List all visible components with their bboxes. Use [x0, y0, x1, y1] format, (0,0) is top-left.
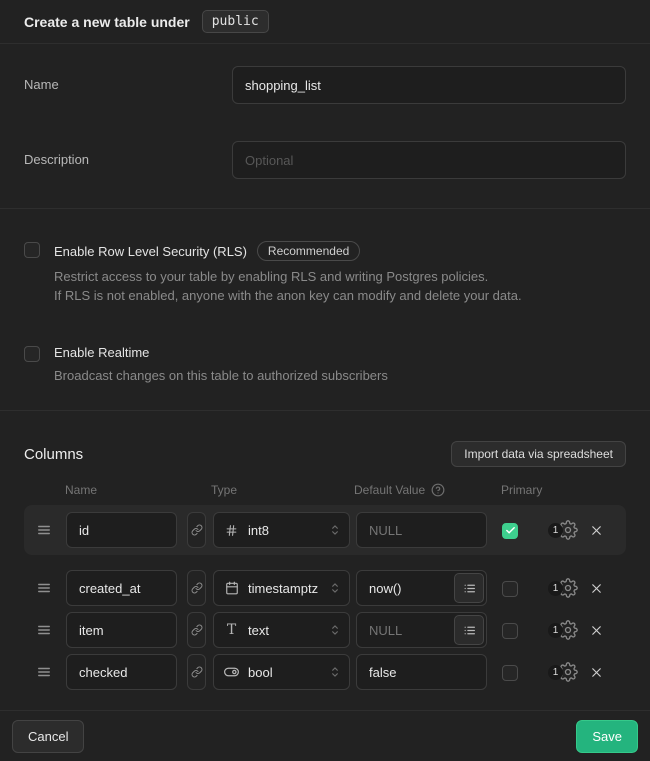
remove-column-button[interactable]	[589, 623, 605, 638]
table-info-section: Name Description	[0, 44, 650, 209]
drag-handle-icon[interactable]	[37, 581, 51, 595]
remove-column-button[interactable]	[589, 581, 605, 596]
default-value-input[interactable]	[356, 512, 487, 548]
rls-checkbox[interactable]	[24, 242, 40, 258]
drag-handle-icon[interactable]	[37, 523, 51, 537]
toggle-icon	[224, 667, 239, 677]
panel-header: Create a new table under public	[0, 0, 650, 44]
list-picker-icon	[463, 624, 476, 637]
default-value-wrap	[356, 654, 487, 690]
save-button[interactable]: Save	[576, 720, 638, 753]
rls-description-line1: Restrict access to your table by enablin…	[54, 267, 522, 286]
import-spreadsheet-button[interactable]: Import data via spreadsheet	[451, 441, 626, 467]
column-type-select[interactable]: bool	[213, 654, 350, 690]
hash-icon	[224, 524, 239, 537]
drag-handle-icon[interactable]	[37, 623, 51, 637]
column-row-item: T text 1	[24, 612, 626, 648]
foreign-key-link-button[interactable]	[187, 654, 206, 690]
text-type-icon: T	[224, 623, 239, 637]
column-name-input[interactable]	[66, 570, 177, 606]
column-type-label: timestamptz	[248, 581, 319, 596]
column-row-checked: bool 1	[24, 654, 626, 690]
column-type-label: int8	[248, 523, 319, 538]
settings-count-badge: 1	[548, 523, 563, 538]
primary-checkbox[interactable]	[502, 581, 518, 597]
header-primary: Primary	[501, 483, 542, 497]
column-name-input[interactable]	[66, 512, 177, 548]
columns-title: Columns	[24, 446, 83, 463]
primary-checkbox[interactable]	[502, 623, 518, 639]
columns-section: Columns Import data via spreadsheet Name…	[0, 411, 650, 710]
rls-description-line2: If RLS is not enabled, anyone with the a…	[54, 286, 522, 305]
column-type-label: bool	[248, 665, 319, 680]
table-options-section: Enable Row Level Security (RLS) Recommen…	[0, 209, 650, 411]
rls-label: Enable Row Level Security (RLS)	[54, 244, 247, 259]
column-settings-button[interactable]: 1	[548, 662, 578, 682]
table-name-input[interactable]	[232, 66, 626, 104]
settings-count-badge: 1	[548, 581, 563, 596]
rls-option-body: Enable Row Level Security (RLS) Recommen…	[54, 241, 522, 305]
realtime-description: Broadcast changes on this table to autho…	[54, 366, 388, 385]
column-type-label: text	[248, 623, 319, 638]
chevron-updown-icon	[328, 623, 342, 637]
calendar-icon	[224, 581, 239, 595]
column-settings-button[interactable]: 1	[548, 520, 578, 540]
foreign-key-link-button[interactable]	[187, 570, 206, 606]
realtime-label: Enable Realtime	[54, 345, 149, 360]
header-default-value: Default Value	[354, 483, 445, 497]
default-value-wrap	[356, 612, 487, 648]
realtime-checkbox[interactable]	[24, 346, 40, 362]
header-type: Type	[211, 483, 237, 497]
column-settings-button[interactable]: 1	[548, 578, 578, 598]
default-value-wrap	[356, 512, 487, 548]
table-description-input[interactable]	[232, 141, 626, 179]
column-row-created-at: timestamptz 1	[24, 570, 626, 606]
column-settings-button[interactable]: 1	[548, 620, 578, 640]
realtime-option-body: Enable Realtime Broadcast changes on thi…	[54, 345, 388, 385]
primary-checkbox[interactable]	[502, 665, 518, 681]
schema-badge: public	[202, 10, 269, 33]
column-type-select[interactable]: timestamptz	[213, 570, 350, 606]
foreign-key-link-button[interactable]	[187, 612, 206, 648]
default-value-picker-button[interactable]	[454, 573, 484, 603]
column-row-id: int8 1	[24, 505, 626, 555]
default-value-wrap	[356, 570, 487, 606]
help-circle-icon[interactable]	[431, 483, 445, 497]
column-type-select[interactable]: int8	[213, 512, 350, 548]
name-label: Name	[24, 66, 232, 104]
primary-checkbox[interactable]	[502, 523, 518, 539]
settings-count-badge: 1	[548, 665, 563, 680]
settings-count-badge: 1	[548, 623, 563, 638]
drag-handle-icon[interactable]	[37, 665, 51, 679]
chevron-updown-icon	[328, 665, 342, 679]
realtime-option: Enable Realtime Broadcast changes on thi…	[24, 345, 626, 385]
header-default-value-label: Default Value	[354, 483, 425, 497]
description-label: Description	[24, 141, 232, 179]
panel-footer: Cancel Save	[0, 710, 650, 761]
panel-title: Create a new table under	[24, 14, 190, 30]
columns-table-headers: Name Type Default Value Primary	[24, 483, 626, 497]
list-picker-icon	[463, 582, 476, 595]
default-value-picker-button[interactable]	[454, 615, 484, 645]
column-type-select[interactable]: T text	[213, 612, 350, 648]
chevron-updown-icon	[328, 581, 342, 595]
default-value-input[interactable]	[356, 654, 487, 690]
column-name-input[interactable]	[66, 612, 177, 648]
recommended-badge: Recommended	[257, 241, 360, 261]
chevron-updown-icon	[328, 523, 342, 537]
remove-column-button[interactable]	[589, 523, 605, 538]
foreign-key-link-button[interactable]	[187, 512, 206, 548]
header-name: Name	[65, 483, 97, 497]
column-name-input[interactable]	[66, 654, 177, 690]
cancel-button[interactable]: Cancel	[12, 720, 84, 753]
remove-column-button[interactable]	[589, 665, 605, 680]
rls-option: Enable Row Level Security (RLS) Recommen…	[24, 241, 626, 305]
